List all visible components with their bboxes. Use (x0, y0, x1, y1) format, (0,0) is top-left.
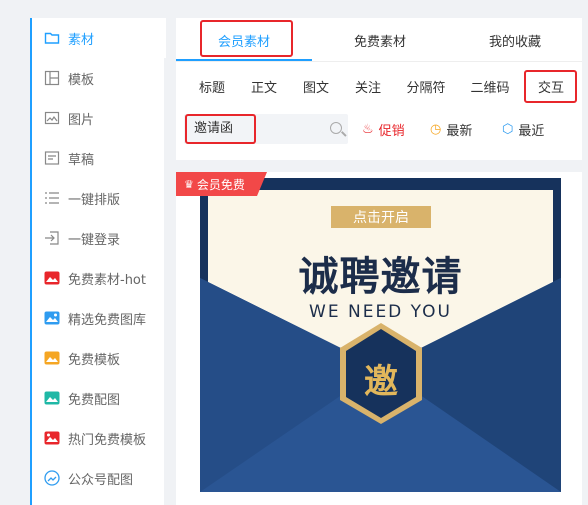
category-bar: 标题 正文 图文 关注 分隔符 二维码 交互 (176, 70, 582, 102)
highlight-box-tab (200, 20, 293, 57)
filter-recent[interactable]: ⬡ 最近 (502, 114, 544, 144)
list-icon (44, 190, 60, 206)
free-template-icon (44, 350, 60, 366)
category-image-text[interactable]: 图文 (290, 70, 342, 102)
template-card[interactable]: 点击开启 诚聘邀请 WE NEED YOU 邀 ♛ 会员免费 (176, 172, 582, 505)
sidebar-item-label: 图片 (68, 112, 95, 128)
sidebar-item-free-material[interactable]: 免费素材-hot (32, 258, 166, 298)
sidebar: 素材 模板 图片 草稿 一键排版 一键登录 免费素材-hot 精选免费图库 免费… (30, 18, 166, 505)
hot-image-icon (44, 270, 60, 286)
sidebar-item-label: 草稿 (68, 152, 95, 168)
category-body[interactable]: 正文 (238, 70, 290, 102)
envelope-flap (200, 278, 561, 492)
highlight-box-search (185, 114, 256, 144)
filter-promo[interactable]: ♨ 促销 (362, 114, 405, 144)
sidebar-item-wechat-image[interactable]: 公众号配图 (32, 458, 166, 498)
poster-image[interactable]: 点击开启 诚聘邀请 WE NEED YOU 邀 (200, 178, 561, 492)
category-qrcode[interactable]: 二维码 (458, 70, 522, 102)
picture-icon (44, 110, 60, 126)
folder-icon (44, 30, 60, 46)
sidebar-item-label: 素材 (68, 32, 95, 48)
sidebar-item-gallery[interactable]: 精选免费图库 (32, 298, 166, 338)
category-title[interactable]: 标题 (186, 70, 238, 102)
member-free-badge: ♛ 会员免费 (176, 172, 267, 196)
template-icon (44, 70, 60, 86)
sidebar-item-picture[interactable]: 图片 (32, 98, 166, 138)
filter-newest[interactable]: ◷ 最新 (430, 114, 472, 144)
draft-icon (44, 150, 60, 166)
sidebar-item-label: 一键登录 (68, 232, 121, 248)
badge-label: 会员免费 (196, 177, 245, 192)
tab-free-material[interactable]: 免费素材 (312, 18, 448, 62)
filter-label: 最近 (518, 123, 545, 139)
highlight-box-interaction (524, 70, 577, 103)
poster-emblem: 邀 (364, 362, 398, 402)
page: 素材 模板 图片 草稿 一键排版 一键登录 免费素材-hot 精选免费图库 免费… (0, 0, 588, 505)
sidebar-item-template[interactable]: 模板 (32, 58, 166, 98)
sidebar-item-auto-layout[interactable]: 一键排版 (32, 178, 166, 218)
filter-label: 最新 (446, 123, 473, 139)
sidebar-item-label: 免费模板 (68, 352, 121, 368)
search-icon[interactable] (330, 122, 342, 134)
sidebar-item-label: 免费配图 (68, 392, 121, 408)
free-image-icon (44, 390, 60, 406)
sidebar-item-hot-template[interactable]: 热门免费模板 (32, 418, 166, 458)
category-follow[interactable]: 关注 (342, 70, 394, 102)
sidebar-item-label: 一键排版 (68, 192, 121, 208)
sidebar-item-draft[interactable]: 草稿 (32, 138, 166, 178)
flame-icon: ♨ (362, 121, 374, 137)
hot-template-icon (44, 430, 60, 446)
cube-icon: ⬡ (502, 121, 514, 137)
sidebar-item-label: 免费素材-hot (68, 272, 146, 288)
clock-icon: ◷ (430, 121, 442, 137)
sidebar-item-label: 模板 (68, 72, 95, 88)
crown-icon: ♛ (184, 177, 194, 191)
active-tab-indicator (176, 59, 312, 61)
sidebar-item-label: 精选免费图库 (68, 312, 147, 328)
login-icon (44, 230, 60, 246)
wechat-image-icon (44, 470, 60, 486)
tab-my-favorites[interactable]: 我的收藏 (448, 18, 582, 62)
sidebar-item-free-template[interactable]: 免费模板 (32, 338, 166, 378)
sidebar-item-login[interactable]: 一键登录 (32, 218, 166, 258)
sidebar-item-material[interactable]: 素材 (32, 18, 166, 58)
sidebar-item-free-image[interactable]: 免费配图 (32, 378, 166, 418)
category-divider[interactable]: 分隔符 (394, 70, 458, 102)
filter-label: 促销 (378, 123, 405, 139)
sidebar-item-label: 热门免费模板 (68, 432, 147, 448)
sidebar-item-label: 公众号配图 (68, 472, 134, 488)
gallery-icon (44, 310, 60, 326)
